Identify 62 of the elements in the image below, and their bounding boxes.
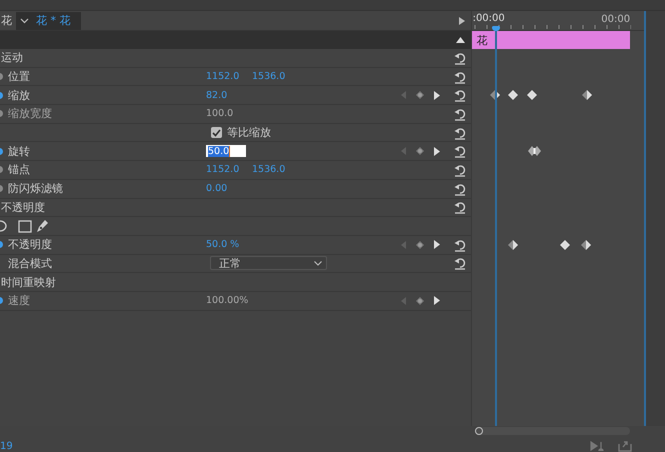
blend-mode-dropdown[interactable]: 正常: [210, 256, 327, 270]
add-keyframe-icon[interactable]: [416, 91, 424, 100]
property-label: 位置: [8, 69, 31, 84]
section-label[interactable]: 时间重映射: [1, 274, 56, 290]
next-keyframe-icon[interactable]: [434, 90, 440, 100]
collapse-icon[interactable]: [456, 37, 465, 43]
section-label[interactable]: 不透明度: [1, 200, 45, 215]
property-value[interactable]: 50.0 %: [206, 239, 244, 250]
property-value[interactable]: 0.00: [206, 183, 244, 194]
reset-icon[interactable]: [454, 256, 466, 270]
keyframe-icon[interactable]: [508, 240, 518, 250]
reset-icon[interactable]: [454, 200, 466, 214]
add-keyframe-icon[interactable]: [416, 240, 424, 249]
reset-icon[interactable]: [454, 238, 466, 252]
property-label: 缩放: [8, 88, 31, 103]
reset-icon[interactable]: [454, 70, 466, 84]
sequence-dropdown[interactable]: 花 * 花: [16, 12, 80, 30]
timecode: 19: [0, 440, 13, 452]
reset-icon[interactable]: [454, 88, 466, 102]
property-value[interactable]: 1536.0: [252, 71, 290, 82]
section-label[interactable]: 运动: [1, 50, 23, 66]
keyframe-icon[interactable]: [526, 90, 537, 100]
rectangle-mask-icon[interactable]: [18, 220, 32, 233]
value-field[interactable]: 50.0: [206, 145, 246, 158]
clip-bar[interactable]: 花: [472, 31, 630, 49]
property-label: 旋转: [8, 144, 31, 159]
keyframe-icon[interactable]: [582, 90, 592, 100]
property-value[interactable]: 82.0: [206, 90, 244, 101]
pen-icon[interactable]: [36, 219, 49, 234]
property-label: 速度: [8, 293, 31, 308]
reset-icon[interactable]: [454, 162, 466, 177]
clip-name: 花: [1, 13, 12, 28]
property-value[interactable]: 1152.0: [206, 71, 244, 82]
play-icon[interactable]: [458, 16, 465, 24]
property-value: 100.0: [206, 108, 234, 120]
property-value[interactable]: 1152.0: [206, 164, 244, 176]
scrollbar[interactable]: [475, 427, 630, 435]
property-value[interactable]: 1536.0: [252, 164, 290, 176]
property-value: 100.00%: [206, 295, 248, 306]
keyframe-icon[interactable]: [580, 240, 591, 250]
property-label: 混合模式: [8, 256, 53, 271]
playhead[interactable]: [494, 26, 497, 426]
reset-icon[interactable]: [454, 50, 466, 65]
property-label: 不透明度: [8, 237, 53, 252]
checkbox[interactable]: [211, 127, 222, 138]
add-keyframe-icon[interactable]: [416, 147, 424, 156]
next-keyframe-icon[interactable]: [434, 240, 440, 250]
property-label: 防闪烁滤镜: [8, 181, 64, 196]
property-label: 缩放宽度: [8, 106, 53, 122]
keyframe-icon[interactable]: [560, 240, 570, 250]
checkbox-label: 等比缩放: [227, 125, 271, 140]
ruler-time: :00:00: [472, 13, 505, 25]
keyframe-icon[interactable]: [508, 90, 518, 100]
reset-icon[interactable]: [454, 182, 466, 196]
reset-icon[interactable]: [454, 126, 466, 140]
next-keyframe-icon[interactable]: [434, 146, 440, 156]
ruler-time: 00:00: [601, 14, 630, 25]
reset-icon[interactable]: [454, 144, 466, 158]
keyframe-icon[interactable]: [528, 146, 542, 156]
chevron-down-icon[interactable]: [20, 18, 29, 24]
chevron-down-icon: [314, 260, 322, 266]
property-label: 锚点: [8, 162, 31, 178]
